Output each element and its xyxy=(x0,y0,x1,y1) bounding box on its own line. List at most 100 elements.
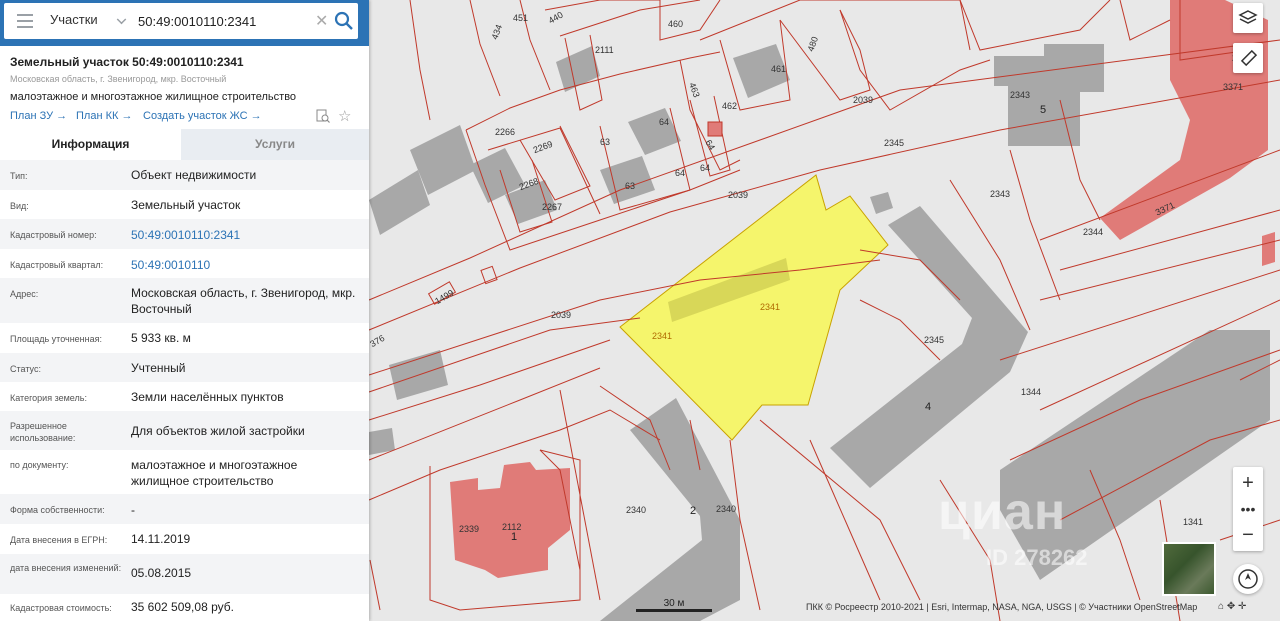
zoom-controls: + ••• − xyxy=(1233,467,1263,551)
plus-icon[interactable]: ✛ xyxy=(1238,601,1246,612)
row-label: по документу: xyxy=(10,460,69,470)
search-type-select[interactable]: Участки xyxy=(50,12,98,27)
building-number: 4 xyxy=(925,401,931,413)
small-building xyxy=(707,121,723,137)
plan-kk-link[interactable]: План КК → xyxy=(76,110,132,122)
cadastral-quarter-link[interactable]: 50:49:0010110 xyxy=(131,257,356,273)
scale-line xyxy=(636,609,712,612)
row-label: Дата внесения в ЕГРН: xyxy=(10,535,108,545)
menu-icon[interactable] xyxy=(17,14,33,28)
row-value: малоэтажное и многоэтажное жилищное стро… xyxy=(131,458,298,488)
building-number: 2 xyxy=(690,505,696,517)
parcel-label: 2267 xyxy=(542,202,562,212)
row-value: 14.11.2019 xyxy=(131,532,191,546)
tab-info[interactable]: Информация xyxy=(0,129,181,160)
row-label: Статус: xyxy=(10,364,41,374)
address-subtitle: Московская область, г. Звенигород, мкр. … xyxy=(10,74,227,84)
parcel-label: 2266 xyxy=(495,127,515,137)
home-icon[interactable]: ⌂ xyxy=(1218,601,1224,612)
collapse-icon[interactable]: ‹ xyxy=(366,10,369,36)
parcel-label: 2345 xyxy=(884,138,904,148)
row-value: Московская область, г. Звенигород, мкр. … xyxy=(131,286,356,316)
compass-icon xyxy=(1238,569,1258,589)
parcel-label: 462 xyxy=(722,101,737,111)
parcel-label: 461 xyxy=(771,64,786,74)
row-label: Кадастровая стоимость: xyxy=(10,603,112,613)
layers-button[interactable] xyxy=(1233,3,1263,33)
search-box: Участки ✕ xyxy=(4,3,358,39)
parcel-label: 460 xyxy=(668,19,683,29)
parcel-label: 64 xyxy=(659,117,669,127)
parcel-label: 2111 xyxy=(595,45,614,55)
row-label: Форма собственности: xyxy=(10,505,105,515)
row-value: Учтенный xyxy=(131,361,186,375)
parcel-label: 451 xyxy=(513,13,528,23)
info-row: Площадь уточненная: 5 933 кв. м xyxy=(0,323,369,353)
info-row: Тип: Объект недвижимости xyxy=(0,160,369,190)
row-label: Вид: xyxy=(10,201,29,211)
row-label: дата внесения изменений: xyxy=(10,563,122,573)
row-label: Разрешенное использование: xyxy=(10,421,76,443)
row-value: - xyxy=(131,503,135,517)
info-row: Вид: Земельный участок xyxy=(0,190,369,219)
building xyxy=(1262,232,1275,266)
search-icon[interactable] xyxy=(334,11,354,31)
scale-bar: 30 м xyxy=(636,598,712,614)
tab-services[interactable]: Услуги xyxy=(181,129,369,160)
parcel-label: 2039 xyxy=(551,310,571,320)
info-row: Кадастровая стоимость: 35 602 509,08 руб… xyxy=(0,594,369,621)
info-row: по документу: малоэтажное и многоэтажное… xyxy=(0,450,369,494)
scale-label: 30 м xyxy=(663,598,685,609)
row-value: 5 933 кв. м xyxy=(131,331,191,345)
zoom-in-icon[interactable]: + xyxy=(1233,469,1263,497)
row-label: Кадастровый номер: xyxy=(10,230,97,240)
ruler-button[interactable] xyxy=(1233,43,1263,73)
create-parcel-link[interactable]: Создать участок ЖС → xyxy=(143,110,262,122)
zoom-out-icon[interactable]: − xyxy=(1233,521,1263,549)
row-value: Земельный участок xyxy=(131,198,241,212)
row-value: 05.08.2015 xyxy=(131,566,192,580)
row-value: Объект недвижимости xyxy=(131,168,257,182)
search-input[interactable] xyxy=(138,11,308,31)
tab-bar: Информация Услуги xyxy=(0,129,369,160)
document-search-icon[interactable] xyxy=(316,109,330,123)
info-row: Статус: Учтенный xyxy=(0,353,369,382)
parcel-label: 2344 xyxy=(1083,227,1103,237)
plan-zu-link[interactable]: План ЗУ → xyxy=(10,110,67,122)
building-number: 5 xyxy=(1040,104,1046,116)
parcel-label-selected: 2341 xyxy=(652,331,672,341)
parcel-label: 63 xyxy=(600,137,610,147)
parcel-label: 1341 xyxy=(1183,517,1203,527)
watermark-id: ID 278262 xyxy=(986,545,1088,570)
row-value: Для объектов жилой застройки xyxy=(131,424,305,438)
row-label: Тип: xyxy=(10,171,28,181)
close-icon[interactable]: ✕ xyxy=(315,11,328,31)
ruler-icon xyxy=(1240,49,1258,67)
watermark: циан xyxy=(938,483,1067,541)
info-row: Форма собственности: - xyxy=(0,494,369,524)
building-number: 1 xyxy=(511,531,517,543)
info-row: Адрес: Московская область, г. Звенигород… xyxy=(0,278,369,323)
parcel-label: 2343 xyxy=(990,189,1010,199)
more-icon[interactable]: ••• xyxy=(1233,495,1263,523)
info-row: Кадастровый квартал: 50:49:0010110 xyxy=(0,249,369,278)
row-value: Земли населённых пунктов xyxy=(131,390,284,404)
parcel-label: 64 xyxy=(700,163,710,173)
attribution-icons: ⌂ ✥ ✛ xyxy=(1218,601,1246,612)
locate-icon[interactable]: ✥ xyxy=(1227,601,1235,612)
info-row: дата внесения изменений: 05.08.2015 xyxy=(0,554,369,594)
parcel-label: 2345 xyxy=(924,335,944,345)
minimap[interactable] xyxy=(1162,542,1216,596)
parcel-label: 2039 xyxy=(728,190,748,200)
parcel-label: 64 xyxy=(675,168,685,178)
parcel-label: 2340 xyxy=(716,504,736,514)
parcel-label: 2039 xyxy=(853,95,873,105)
parcel-label: 63 xyxy=(625,181,635,191)
compass-button[interactable] xyxy=(1233,564,1263,594)
chevron-down-icon[interactable] xyxy=(116,14,127,25)
parcel-label: 1344 xyxy=(1021,387,1041,397)
star-icon[interactable]: ☆ xyxy=(338,107,351,125)
purpose-text: малоэтажное и многоэтажное жилищное стро… xyxy=(10,91,297,103)
cadastral-number-link[interactable]: 50:49:0010110:2341 xyxy=(131,227,356,243)
search-bar: Участки ✕ ‹ xyxy=(0,0,369,46)
